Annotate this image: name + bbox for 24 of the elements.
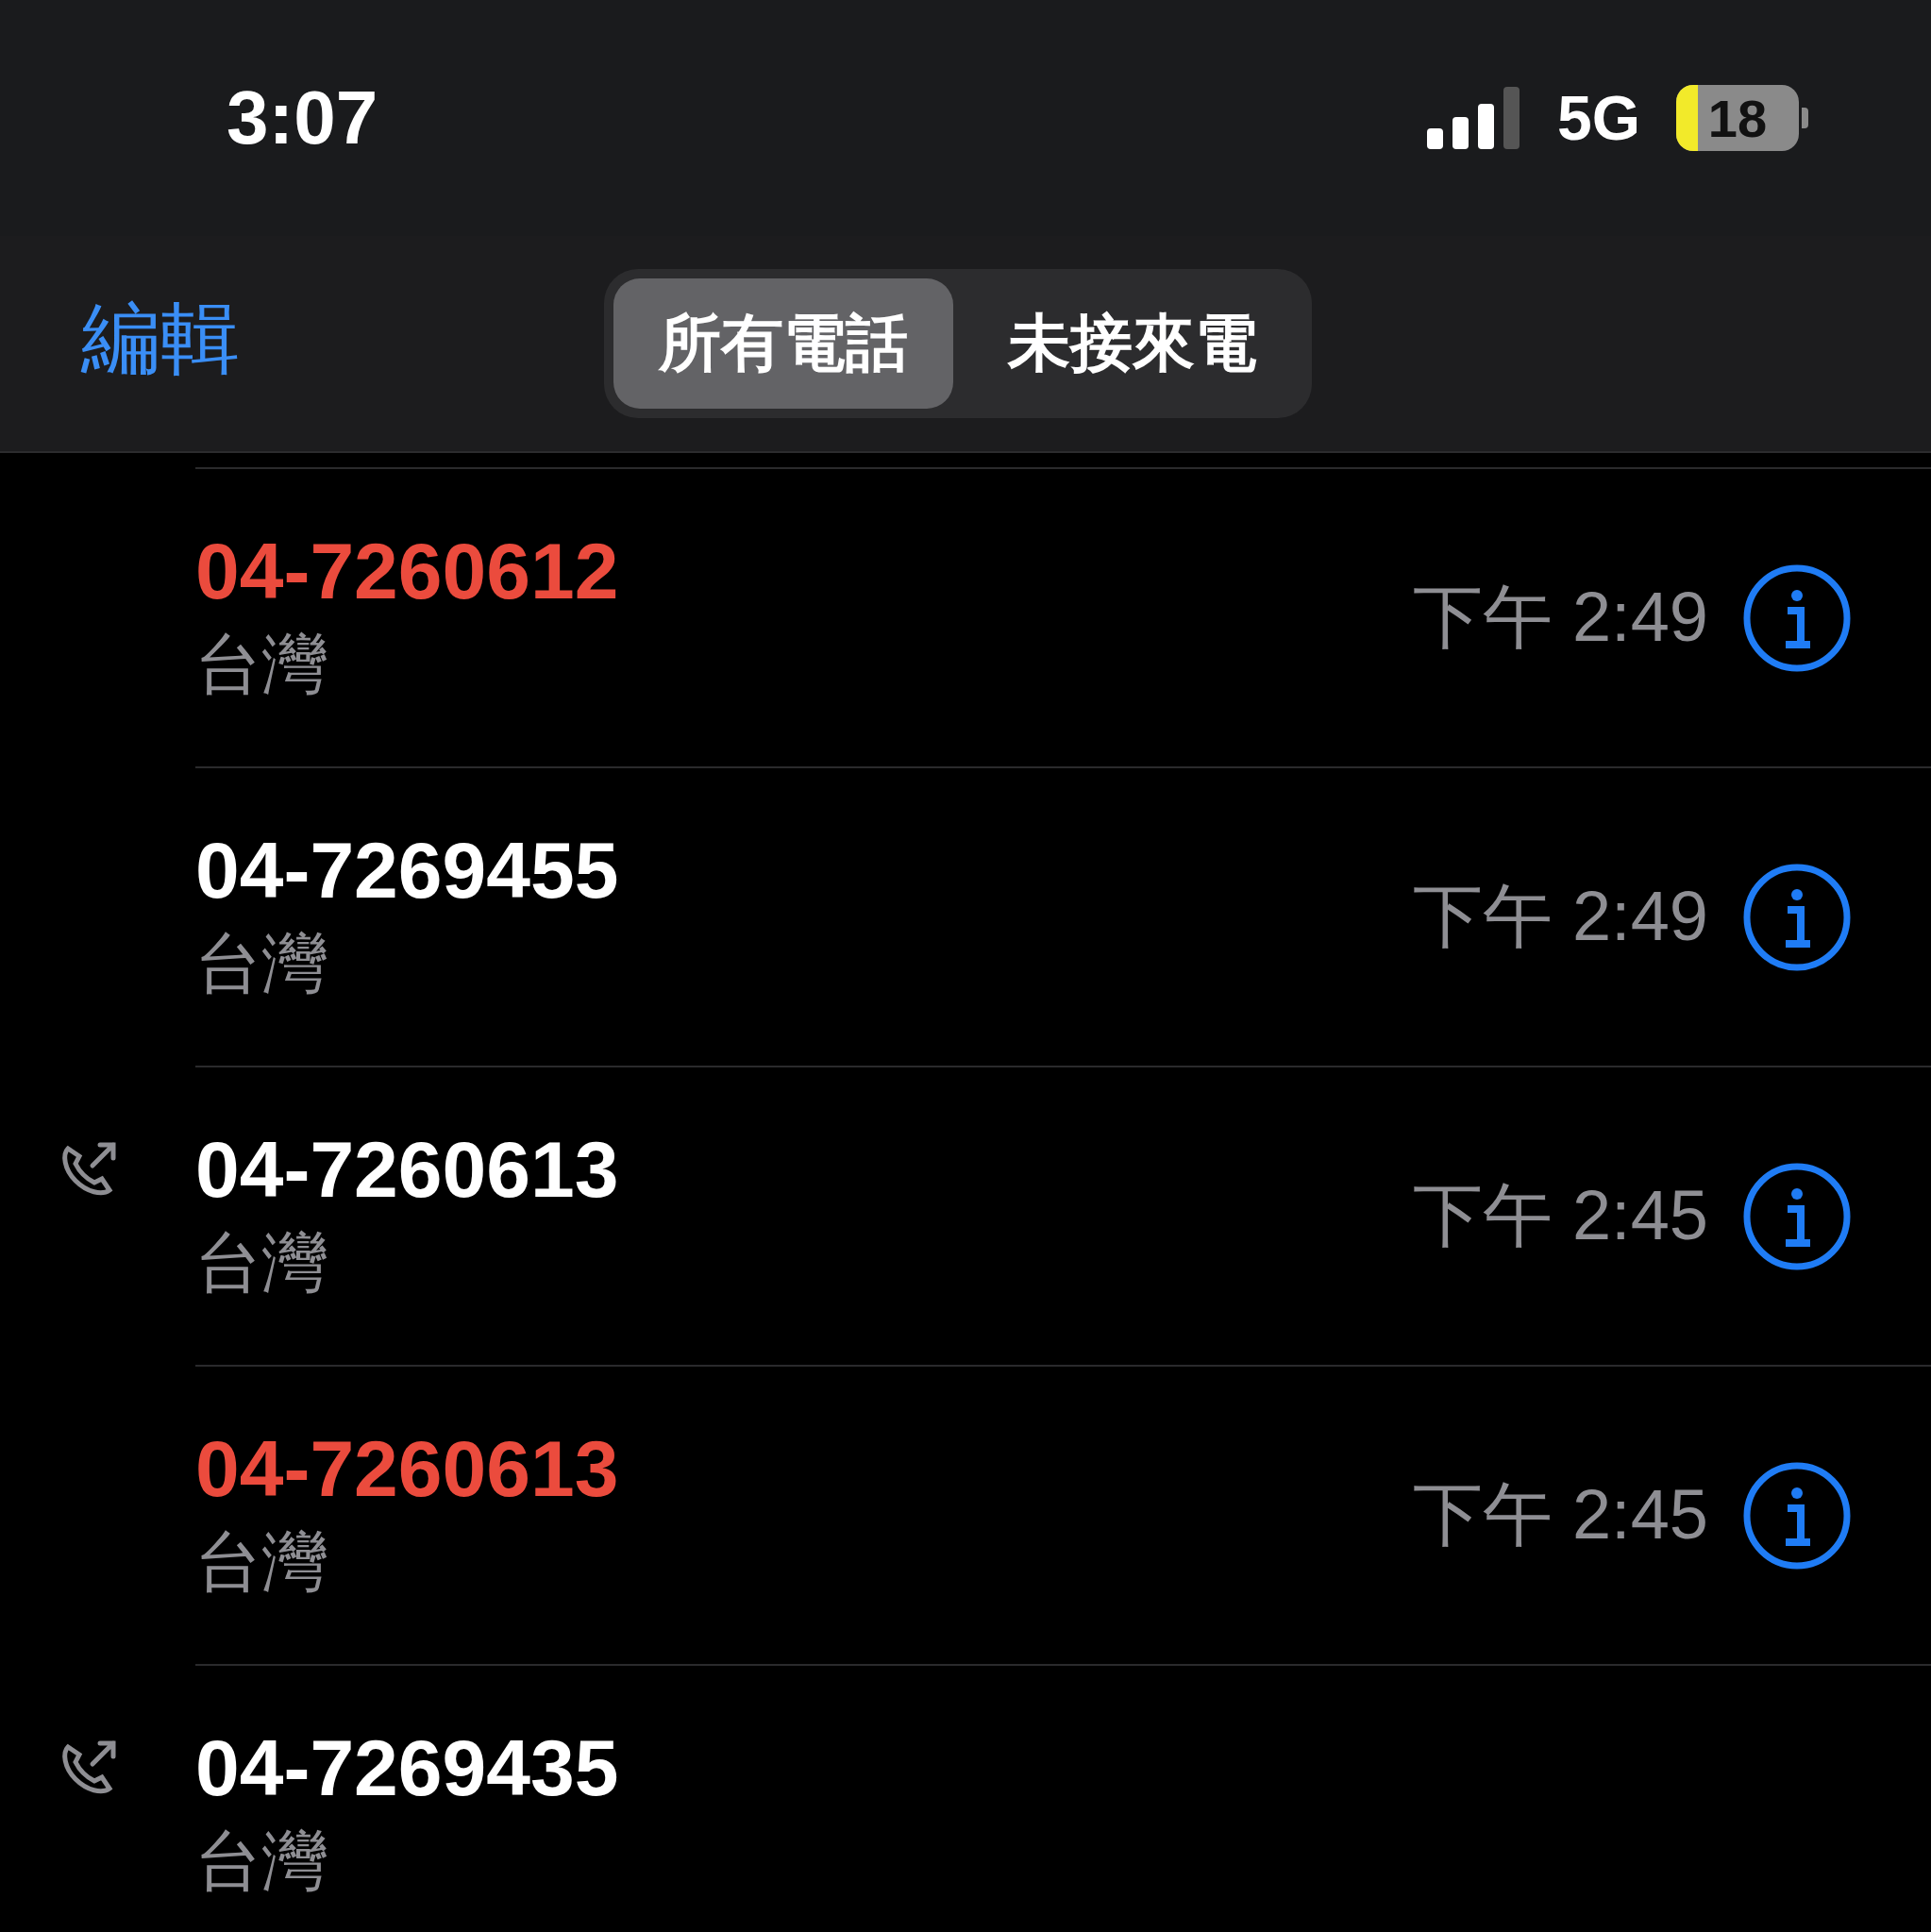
- segment-tab[interactable]: 所有電話: [613, 278, 953, 409]
- info-button[interactable]: [1742, 1460, 1852, 1571]
- edit-button[interactable]: 編輯: [81, 285, 240, 394]
- info-button[interactable]: [1742, 1161, 1852, 1271]
- call-location: 台灣: [195, 1524, 328, 1601]
- network-label: 5G: [1556, 82, 1640, 154]
- call-time: 下午 2:45: [1413, 1174, 1708, 1256]
- clock-time: 3:07: [227, 75, 379, 161]
- phone-number: 04-7269435: [195, 1722, 620, 1814]
- phone-number: 04-7260612: [195, 526, 620, 617]
- call-time: 下午 2:49: [1413, 875, 1708, 957]
- phone-number: 04-7260613: [195, 1423, 620, 1515]
- info-button[interactable]: [1742, 862, 1852, 972]
- call-time: 下午 2:45: [1413, 1473, 1708, 1555]
- call-time: 下午 2:49: [1413, 576, 1708, 658]
- phone-number: 04-7260613: [195, 1124, 620, 1216]
- signal-icon: [1426, 87, 1521, 149]
- call-location: 台灣: [195, 1823, 328, 1900]
- call-location: 台灣: [195, 926, 328, 1002]
- call-location: 台灣: [195, 1225, 328, 1302]
- segment-tab[interactable]: 未接來電: [963, 278, 1302, 409]
- info-button[interactable]: [1742, 563, 1852, 673]
- phone-number: 04-7269455: [195, 825, 620, 916]
- call-location: 台灣: [195, 627, 328, 703]
